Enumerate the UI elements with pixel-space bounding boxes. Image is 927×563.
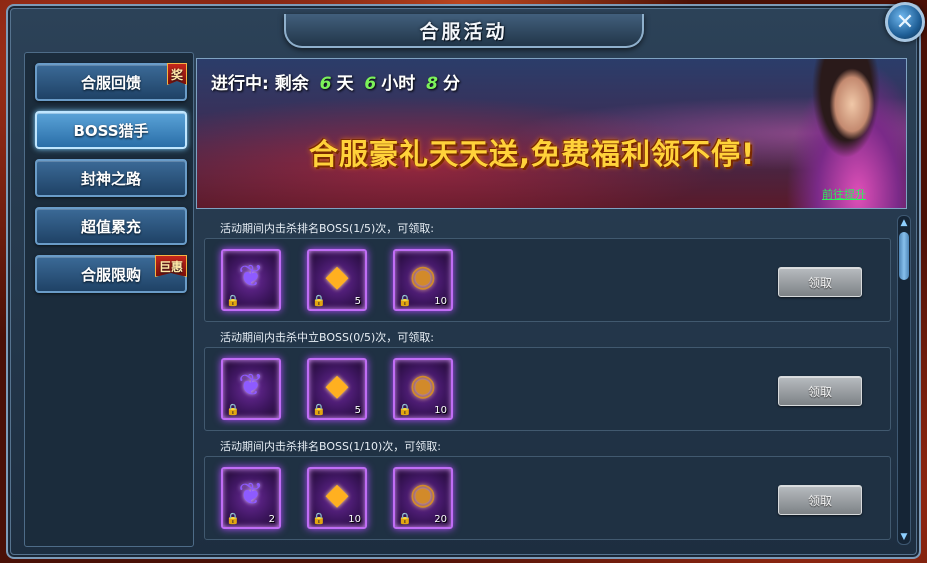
close-button[interactable]: ✕: [885, 2, 925, 42]
copper-coin-icon: ◉: [409, 368, 437, 404]
sidebar-item-label: 合服回馈: [80, 73, 141, 92]
lock-icon: 🔒: [398, 294, 412, 307]
reward-slot[interactable]: ◆ 🔒 5: [307, 249, 367, 311]
item-count: 2: [268, 514, 275, 525]
item-count: 10: [434, 405, 447, 416]
task-scrollbar[interactable]: ▲ ▼: [897, 215, 911, 545]
sidebar-item-deification-road[interactable]: 封神之路: [35, 159, 187, 197]
reward-slot[interactable]: ❦ 🔒: [221, 249, 281, 311]
lock-icon: 🔒: [226, 512, 240, 525]
title-plate: 合服活动: [283, 14, 644, 48]
item-count: 5: [354, 296, 361, 307]
item-count: 20: [434, 514, 447, 525]
reward-slot[interactable]: ◉ 🔒 10: [393, 358, 453, 420]
item-count: 10: [434, 296, 447, 307]
claim-button[interactable]: 领取: [778, 485, 862, 515]
minutes-unit: 分: [443, 74, 461, 94]
purple-pouch-icon: ❦: [238, 259, 264, 295]
task-header: 活动期间内击杀排名BOSS(1/5)次，可领取:: [220, 222, 434, 235]
gold-crystal-icon: ◆: [325, 259, 349, 295]
purple-pouch-icon: ❦: [238, 477, 264, 513]
sidebar-item-label: 封神之路: [80, 169, 141, 188]
title-bar: 合服活动 ✕: [8, 2, 925, 48]
task-header: 活动期间内击杀排名BOSS(1/10)次，可领取:: [220, 440, 441, 453]
lock-icon: 🔒: [226, 403, 240, 416]
scroll-up-icon[interactable]: ▲: [898, 217, 910, 229]
scroll-down-icon[interactable]: ▼: [898, 531, 910, 543]
sidebar-item-label: BOSS猎手: [73, 121, 149, 140]
gold-crystal-icon: ◆: [325, 368, 349, 404]
gold-crystal-icon: ◆: [325, 477, 349, 513]
close-icon: ✕: [895, 9, 915, 35]
lock-icon: 🔒: [398, 403, 412, 416]
claim-button[interactable]: 领取: [778, 376, 862, 406]
go-upgrade-link[interactable]: 前往提升: [822, 186, 866, 202]
claim-button[interactable]: 领取: [778, 267, 862, 297]
task-row: ❦ 🔒 ◆ 🔒 5 ◉ 🔒 10 领取: [204, 347, 891, 431]
sidebar-item-label: 超值累充: [80, 217, 141, 236]
event-window: 合服活动 ✕ 合服回馈 奖 BOSS猎手 封神之路 超值累充 合服限购 巨惠 进: [6, 2, 925, 559]
copper-coin-icon: ◉: [409, 477, 437, 513]
countdown-days: 6: [319, 74, 332, 94]
lock-icon: 🔒: [312, 403, 326, 416]
event-banner: 进行中: 剩余 6天 6 小时 8分 合服豪礼天天送,免费福利领不停! 前往提升: [196, 58, 907, 209]
reward-slot[interactable]: ◉ 🔒 10: [393, 249, 453, 311]
lock-icon: 🔒: [312, 294, 326, 307]
lock-icon: 🔒: [226, 294, 240, 307]
reward-slot[interactable]: ◉ 🔒 20: [393, 467, 453, 529]
reward-slot[interactable]: ◆ 🔒 10: [307, 467, 367, 529]
lock-icon: 🔒: [398, 512, 412, 525]
sidebar: 合服回馈 奖 BOSS猎手 封神之路 超值累充 合服限购 巨惠: [24, 52, 194, 547]
reward-badge: 奖: [166, 63, 187, 85]
window-title: 合服活动: [419, 20, 508, 43]
hours-unit: 小时: [381, 74, 416, 94]
days-unit: 天: [336, 74, 354, 94]
countdown-hours: 6: [364, 74, 377, 94]
task-row: ❦ 🔒 2 ◆ 🔒 10 ◉ 🔒 20 领取: [204, 456, 891, 540]
main-content: 进行中: 剩余 6天 6 小时 8分 合服豪礼天天送,免费福利领不停! 前往提升 …: [196, 58, 913, 547]
task-header: 活动期间内击杀中立BOSS(0/5)次，可领取:: [220, 331, 434, 344]
copper-coin-icon: ◉: [409, 259, 437, 295]
sidebar-item-label: 合服限购: [80, 265, 141, 284]
countdown-minutes: 8: [426, 74, 439, 94]
item-count: 10: [348, 514, 361, 525]
sidebar-item-boss-hunter[interactable]: BOSS猎手: [35, 111, 187, 149]
reward-slot[interactable]: ❦ 🔒 2: [221, 467, 281, 529]
countdown-prefix: 进行中: 剩余: [211, 74, 309, 94]
sidebar-item-limited-purchase[interactable]: 合服限购 巨惠: [35, 255, 187, 293]
reward-slot[interactable]: ◆ 🔒 5: [307, 358, 367, 420]
reward-slot[interactable]: ❦ 🔒: [221, 358, 281, 420]
discount-badge: 巨惠: [154, 255, 187, 277]
task-row: ❦ 🔒 ◆ 🔒 5 ◉ 🔒 10 领取: [204, 238, 891, 322]
sidebar-item-value-recharge[interactable]: 超值累充: [35, 207, 187, 245]
task-list: 活动期间内击杀排名BOSS(1/5)次，可领取: ❦ 🔒 ◆ 🔒 5 ◉ 🔒 1…: [196, 214, 896, 544]
banner-slogan: 合服豪礼天天送,免费福利领不停!: [309, 137, 756, 171]
sidebar-item-merge-rewards[interactable]: 合服回馈 奖: [35, 63, 187, 101]
countdown: 进行中: 剩余 6天 6 小时 8分: [211, 69, 460, 94]
lock-icon: 🔒: [312, 512, 326, 525]
item-count: 5: [354, 405, 361, 416]
scroll-thumb[interactable]: [899, 232, 909, 280]
purple-pouch-icon: ❦: [238, 368, 264, 404]
